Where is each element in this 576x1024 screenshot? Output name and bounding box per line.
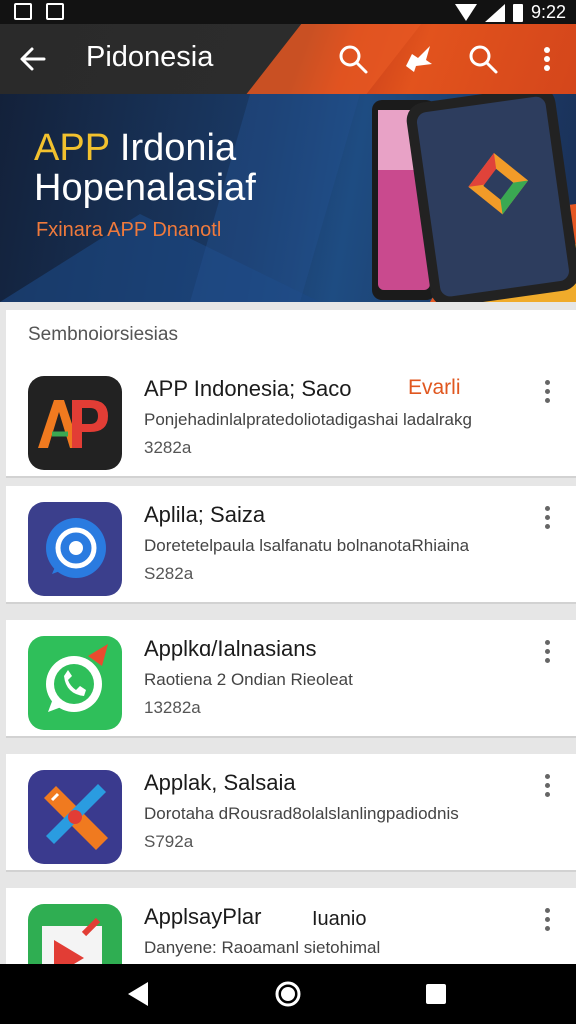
app-name: APP Indonesia; Saco (144, 376, 352, 401)
app-price: S792a (144, 832, 194, 851)
app-name: Applak, Salsaia (144, 770, 296, 795)
search-icon[interactable] (336, 42, 370, 76)
app-price: 13282a (144, 698, 201, 717)
more-vert-icon[interactable] (542, 908, 552, 934)
app-description: Danyene: Raoamanl sietohimal (144, 938, 381, 957)
status-time: 9:22 (530, 2, 566, 22)
section-header: Sembnoiorsiesias (6, 310, 576, 360)
status-bar: 9:22 (0, 0, 576, 24)
app-description: Dorotaha dRousrad8olalslanlingpadiodnis (144, 804, 459, 823)
banner-headline: APP Irdonia (34, 127, 237, 169)
more-vert-icon[interactable] (530, 42, 564, 76)
app-badge: Evarli (408, 376, 461, 399)
app-icon-tools (28, 770, 122, 864)
list-item[interactable]: Applkɑ/Ialnasians Raotiena 2 Ondian Rieo… (6, 620, 576, 738)
list-item[interactable]: Applak, Salsaia Dorotaha dRousrad8olalsl… (6, 754, 576, 872)
rocket-icon[interactable] (402, 42, 436, 76)
app-description: Raotiena 2 Ondian Rieoleat (144, 670, 353, 689)
more-vert-icon[interactable] (542, 380, 552, 406)
search-icon[interactable] (466, 42, 500, 76)
promo-banner[interactable]: APP Irdonia Hopenalasiaf Fxinara APP Dna… (0, 94, 576, 302)
circle-home-icon[interactable] (272, 978, 304, 1010)
app-icon-ap (28, 376, 122, 470)
app-icon-chat (28, 502, 122, 596)
gallery-notification-icon (14, 3, 32, 20)
app-name: ApplsayPlar (144, 904, 262, 929)
page-title: Pidonesia (86, 41, 214, 73)
arrow-back-icon[interactable] (18, 44, 48, 74)
app-price: 3282a (144, 438, 192, 457)
app-notification-icon (46, 3, 64, 20)
battery-icon (512, 3, 523, 22)
banner-headline-line2: Hopenalasiaf (34, 167, 256, 209)
triangle-back-icon[interactable] (122, 978, 154, 1010)
app-icon-phone-chat (28, 636, 122, 730)
app-name: Aplila; Saiza (144, 502, 266, 527)
list-item[interactable]: Aplila; Saiza Doretetelpaula lsalfanatu … (6, 486, 576, 604)
more-vert-icon[interactable] (542, 640, 552, 666)
more-vert-icon[interactable] (542, 774, 552, 800)
app-description: Ponjehadinlalpratedoliotadigashai ladalr… (144, 410, 472, 429)
system-nav-bar (0, 964, 576, 1024)
app-description: Doretetelpaula lsalfanatu bolnanotaRhiai… (144, 536, 470, 555)
banner-subtitle: Fxinara APP Dnanotl (36, 219, 222, 241)
app-name: Applkɑ/Ialnasians (144, 636, 317, 661)
square-recent-icon[interactable] (420, 978, 452, 1010)
wifi-icon (454, 4, 477, 21)
app-bar: Pidonesia (0, 24, 576, 94)
signal-icon (484, 3, 505, 22)
app-badge: Iuanio (312, 908, 367, 930)
section-title: Sembnoiorsiesias (28, 324, 178, 345)
app-price: S282a (144, 564, 194, 583)
more-vert-icon[interactable] (542, 506, 552, 532)
list-item[interactable]: APP Indonesia; Saco Evarli Ponjehadinlal… (6, 360, 576, 478)
